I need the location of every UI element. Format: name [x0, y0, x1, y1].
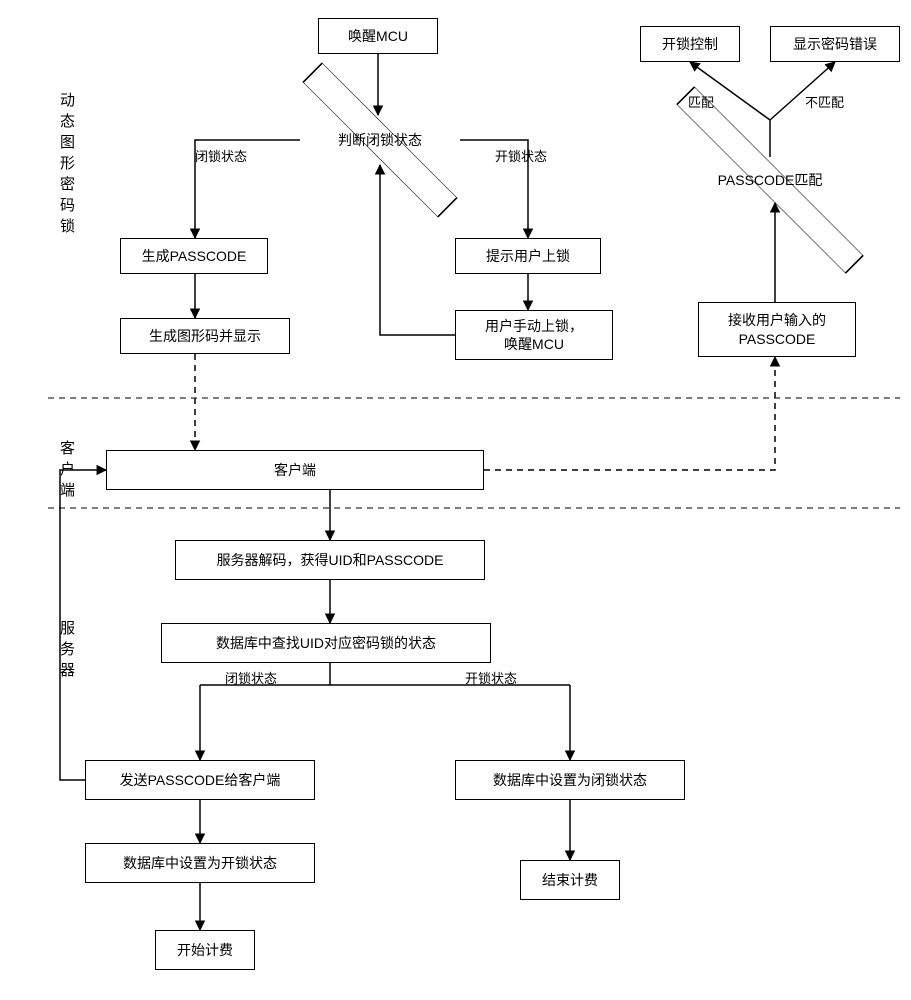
node-db-lookup: 数据库中查找UID对应密码锁的状态 [161, 623, 491, 663]
node-wake-mcu: 唤醒MCU [318, 18, 438, 54]
node-judge-lock-label: 判断闭锁状态 [338, 130, 422, 150]
node-set-unlock: 数据库中设置为开锁状态 [85, 843, 315, 883]
node-start-billing: 开始计费 [155, 930, 255, 970]
node-client: 客户端 [106, 450, 484, 490]
edge-label-match: 匹配 [688, 92, 714, 111]
node-unlock-ctrl: 开锁控制 [640, 26, 740, 62]
edge-label-unlocked: 开锁状态 [495, 146, 547, 165]
node-send-passcode: 发送PASSCODE给客户端 [85, 760, 315, 800]
lane-label-server: 服务器 [56, 620, 77, 683]
lane-label-lock: 动态图形密码锁 [56, 92, 77, 239]
node-passcode-match-label: PASSCODE匹配 [718, 170, 823, 190]
node-gen-passcode: 生成PASSCODE [120, 238, 268, 274]
node-end-billing: 结束计费 [520, 860, 620, 900]
node-set-lock: 数据库中设置为闭锁状态 [455, 760, 685, 800]
node-judge-lock: 判断闭锁状态 [320, 115, 440, 165]
node-manual-lock: 用户手动上锁， 唤醒MCU [455, 310, 613, 360]
edge-label-nomatch: 不匹配 [805, 92, 844, 111]
edge-label-locked: 闭锁状态 [195, 146, 247, 165]
lane-label-client: 客户端 [56, 440, 77, 503]
node-passcode-match: PASSCODE匹配 [695, 157, 845, 203]
node-gen-qr: 生成图形码并显示 [120, 318, 290, 354]
node-prompt-lock: 提示用户上锁 [455, 238, 601, 274]
edge-label-locked2: 闭锁状态 [225, 668, 277, 687]
node-show-error: 显示密码错误 [770, 26, 900, 62]
edge-label-unlocked2: 开锁状态 [465, 668, 517, 687]
node-recv-passcode: 接收用户输入的 PASSCODE [698, 302, 856, 357]
node-server-decode: 服务器解码，获得UID和PASSCODE [175, 540, 485, 580]
